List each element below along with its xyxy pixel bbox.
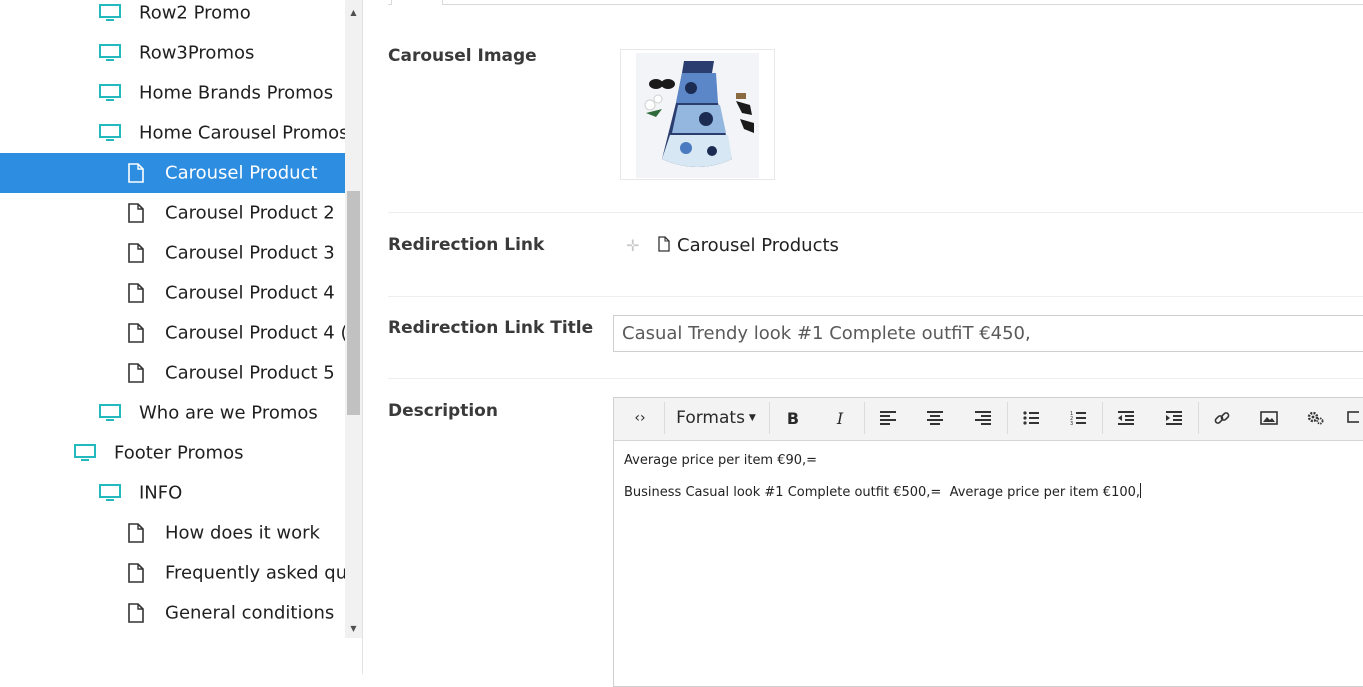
align-right-icon[interactable] xyxy=(964,402,1002,434)
document-icon xyxy=(128,283,144,303)
row-separator xyxy=(388,212,1363,213)
caret-down-icon: ▼ xyxy=(748,413,756,423)
tree-item-label: Who are we Promos xyxy=(139,402,318,424)
document-icon xyxy=(128,163,144,183)
rich-text-editor[interactable]: ‹› Formats ▼ B I 123 Average price per i… xyxy=(613,397,1363,687)
monitor-icon xyxy=(99,484,121,502)
toolbar-separator xyxy=(1007,402,1008,434)
tree-item-carousel-product-2[interactable]: Carousel Product 2 xyxy=(0,193,345,233)
editor-toolbar: ‹› Formats ▼ B I 123 xyxy=(614,398,1363,441)
tree-item-who-are-we-promos[interactable]: Who are we Promos xyxy=(0,393,345,433)
tree-item-label: Home Carousel Promos xyxy=(139,122,345,144)
tree-item-carousel-product-5[interactable]: Carousel Product 5 xyxy=(0,353,345,393)
tree-item-how-does-it-work[interactable]: How does it work xyxy=(0,513,345,553)
tree-item-label: Row3Promos xyxy=(139,42,255,64)
tree-item-info[interactable]: INFO xyxy=(0,473,345,513)
source-code-icon[interactable]: ‹› xyxy=(620,402,660,434)
tree-item-label: Carousel Product 3 xyxy=(165,242,335,264)
document-icon xyxy=(128,563,144,583)
tree-item-faq[interactable]: Frequently asked ques xyxy=(0,553,345,593)
panel-divider xyxy=(362,0,363,674)
document-icon xyxy=(128,523,144,543)
text-caret xyxy=(1140,483,1142,498)
tree-item-carousel-product-4[interactable]: Carousel Product 4 xyxy=(0,273,345,313)
italic-icon[interactable]: I xyxy=(821,402,859,434)
document-icon xyxy=(658,236,670,256)
redirection-link-label: Redirection Link xyxy=(388,235,545,255)
tree-item-label: Carousel Product 5 xyxy=(165,362,335,384)
tree-item-footer-promos[interactable]: Footer Promos xyxy=(0,433,345,473)
document-icon xyxy=(128,243,144,263)
monitor-icon xyxy=(99,124,121,142)
tree-item-label: Footer Promos xyxy=(114,442,244,464)
tree-item-home-carousel-promos[interactable]: Home Carousel Promos xyxy=(0,113,345,153)
content-tree: Row2 Promo Row3Promos Home Brands Promos… xyxy=(0,0,345,638)
document-icon xyxy=(128,323,144,343)
indent-icon[interactable] xyxy=(1155,402,1193,434)
tree-item-label: Carousel Product xyxy=(165,162,318,184)
tree-item-row2-promo[interactable]: Row2 Promo xyxy=(0,0,345,33)
redirection-link-title-label: Redirection Link Title xyxy=(388,318,594,338)
carousel-image-label: Carousel Image xyxy=(388,46,537,66)
tree-item-row3promos[interactable]: Row3Promos xyxy=(0,33,345,73)
formats-dropdown[interactable]: Formats ▼ xyxy=(670,402,762,434)
tree-item-label: Carousel Product 2 xyxy=(165,202,335,224)
monitor-icon xyxy=(99,84,121,102)
image-icon[interactable] xyxy=(1250,402,1288,434)
redirection-link-title-input[interactable] xyxy=(613,315,1363,352)
align-left-icon[interactable] xyxy=(869,402,907,434)
tree-item-label: Carousel Product 4 xyxy=(165,282,335,304)
move-handle-icon[interactable]: ✛ xyxy=(626,236,639,255)
redirection-link-value[interactable]: Carousel Products xyxy=(677,235,839,256)
editor-line-text: Business Casual look #1 Complete outfit … xyxy=(624,485,1141,500)
active-tab[interactable] xyxy=(391,0,443,5)
monitor-icon xyxy=(99,4,121,22)
document-icon xyxy=(128,363,144,383)
editor-line: Business Casual look #1 Complete outfit … xyxy=(624,483,1363,502)
macro-icon[interactable] xyxy=(1297,402,1335,434)
row-separator xyxy=(388,296,1363,297)
monitor-icon xyxy=(99,404,121,422)
embed-icon[interactable] xyxy=(1345,402,1363,434)
description-label: Description xyxy=(388,401,498,421)
toolbar-separator xyxy=(1102,402,1103,434)
editor-content[interactable]: Average price per item €90,= Business Ca… xyxy=(624,452,1363,515)
monitor-icon xyxy=(74,444,96,462)
numbered-list-icon[interactable]: 123 xyxy=(1059,402,1097,434)
outdent-icon[interactable] xyxy=(1107,402,1145,434)
tree-item-carousel-product-4-2[interactable]: Carousel Product 4 (2) xyxy=(0,313,345,353)
scroll-up-arrow-icon[interactable]: ▲ xyxy=(345,4,362,21)
row-separator xyxy=(388,378,1363,379)
tree-item-label: Frequently asked ques xyxy=(165,562,345,584)
svg-text:3: 3 xyxy=(1070,421,1073,426)
toolbar-separator xyxy=(769,402,770,434)
tree-item-label: Carousel Product 4 (2) xyxy=(165,322,345,344)
scrollbar-thumb[interactable] xyxy=(347,191,360,415)
tree-item-label: Home Brands Promos xyxy=(139,82,334,104)
carousel-image-thumbnail[interactable] xyxy=(636,53,759,178)
tree-item-label: How does it work xyxy=(165,522,320,544)
tree-item-label: Row2 Promo xyxy=(139,2,251,24)
monitor-icon xyxy=(99,44,121,62)
tree-scrollbar[interactable]: ▲ ▼ xyxy=(345,0,362,638)
tree-item-general-conditions[interactable]: General conditions xyxy=(0,593,345,633)
tree-item-carousel-product[interactable]: Carousel Product xyxy=(0,153,345,193)
tree-item-label: INFO xyxy=(139,482,183,504)
tree-item-home-brands-promos[interactable]: Home Brands Promos xyxy=(0,73,345,113)
bullet-list-icon[interactable] xyxy=(1012,402,1050,434)
toolbar-separator xyxy=(1198,402,1199,434)
toolbar-separator xyxy=(864,402,865,434)
link-icon[interactable] xyxy=(1203,402,1241,434)
tab-strip xyxy=(388,0,1363,5)
document-icon xyxy=(128,603,144,623)
toolbar-separator xyxy=(664,402,665,434)
document-icon xyxy=(128,203,144,223)
editor-line: Average price per item €90,= xyxy=(624,453,818,468)
bold-icon[interactable]: B xyxy=(774,402,812,434)
tree-item-label: General conditions xyxy=(165,602,335,624)
tree-item-carousel-product-3[interactable]: Carousel Product 3 xyxy=(0,233,345,273)
formats-label: Formats xyxy=(676,408,745,428)
align-center-icon[interactable] xyxy=(916,402,954,434)
scroll-down-arrow-icon[interactable]: ▼ xyxy=(345,620,362,637)
